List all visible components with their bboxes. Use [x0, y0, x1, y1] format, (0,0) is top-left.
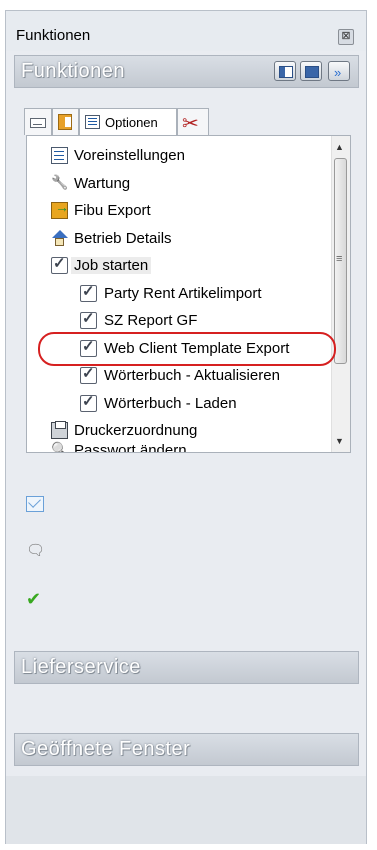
checkbox-icon — [80, 309, 97, 329]
layout-full-button[interactable] — [300, 61, 322, 81]
tree-item-sz-report-gf[interactable]: SZ Report GF — [27, 309, 327, 333]
tree-scrollbar[interactable]: ▲ ▼ — [331, 136, 350, 452]
mail-icon[interactable] — [26, 496, 44, 512]
tree-item-party-rent-artikelimport[interactable]: Party Rent Artikelimport — [27, 282, 327, 306]
book-icon — [58, 114, 72, 130]
tree-item-voreinstellungen[interactable]: Voreinstellungen — [27, 144, 327, 168]
list-icon — [51, 147, 68, 164]
panel-titlebar: Funktionen ⊠ — [6, 11, 366, 51]
tree-item-label: Wörterbuch - Laden — [104, 395, 237, 412]
tree-item-passwort-aendern[interactable]: Passwort ändern — [27, 439, 327, 453]
functions-section-header[interactable]: Funktionen » — [14, 55, 359, 88]
keyboard-icon — [30, 118, 46, 128]
open-windows-section-header[interactable]: Geöffnete Fenster — [14, 733, 359, 766]
tree-item-woerterbuch-aktualisieren[interactable]: Wörterbuch - Aktualisieren — [27, 364, 327, 388]
tree-item-label: Passwort ändern — [74, 442, 187, 453]
tab-optionen-label: Optionen — [105, 115, 158, 130]
tab-book[interactable] — [52, 108, 79, 135]
house-icon — [51, 230, 68, 247]
tree-item-label: Fibu Export — [74, 202, 151, 219]
checkmark-icon[interactable] — [26, 589, 44, 610]
checkbox-icon — [80, 364, 97, 384]
tab-optionen[interactable]: Optionen — [79, 108, 177, 137]
checkbox-icon — [80, 282, 97, 302]
tree-item-label: Betrieb Details — [74, 230, 172, 247]
panel-title: Funktionen — [16, 27, 91, 44]
open-windows-list — [6, 776, 366, 844]
tree-item-label: Party Rent Artikelimport — [104, 285, 262, 302]
checkbox-icon — [80, 392, 97, 412]
checkbox-icon — [51, 254, 68, 274]
tree-item-fibu-export[interactable]: Fibu Export — [27, 199, 327, 223]
scrollbar-thumb[interactable] — [334, 158, 347, 364]
lieferservice-section-label: Lieferservice — [21, 656, 141, 678]
tree-item-wartung[interactable]: Wartung — [27, 172, 327, 196]
fibu-export-icon — [51, 199, 69, 219]
tree-item-label: Job starten — [71, 257, 152, 274]
functions-panel: Funktionen ⊠ Funktionen » Optionen ✂ Vor… — [5, 10, 367, 844]
tree-item-label: Wörterbuch - Aktualisieren — [104, 367, 280, 384]
layout-left-icon — [279, 66, 293, 78]
tree-item-label: Wartung — [74, 175, 131, 192]
key-icon — [51, 442, 68, 452]
printer-icon — [51, 421, 68, 439]
tree-item-label: SZ Report GF — [104, 312, 198, 329]
highlight-circle — [38, 332, 336, 366]
tab-tools[interactable]: ✂ — [177, 108, 209, 135]
chat-icon[interactable] — [26, 544, 44, 560]
tab-keyboard[interactable] — [24, 108, 52, 135]
close-icon[interactable]: ⊠ — [338, 29, 354, 45]
options-tabs: Optionen ✂ — [24, 108, 354, 137]
tree-item-job-starten[interactable]: Job starten — [27, 254, 327, 278]
layout-full-icon — [305, 66, 319, 78]
tree-item-label: Druckerzuordnung — [74, 422, 198, 439]
chevron-expand-icon: » — [334, 65, 342, 80]
tools-icon: ✂ — [182, 113, 199, 135]
functions-section-label: Funktionen — [21, 60, 125, 82]
scroll-down-arrow-icon[interactable]: ▼ — [335, 436, 344, 446]
expand-button[interactable]: » — [328, 61, 350, 81]
wrench-icon — [51, 175, 68, 192]
list-icon — [85, 115, 100, 129]
tree-item-betrieb-details[interactable]: Betrieb Details — [27, 227, 327, 251]
scroll-up-arrow-icon[interactable]: ▲ — [335, 142, 344, 152]
open-windows-section-label: Geöffnete Fenster — [21, 738, 191, 760]
layout-left-button[interactable] — [274, 61, 296, 81]
lieferservice-section-header[interactable]: Lieferservice — [14, 651, 359, 684]
options-tree: Voreinstellungen Wartung Fibu Export Bet… — [26, 135, 351, 453]
tree-item-woerterbuch-laden[interactable]: Wörterbuch - Laden — [27, 392, 327, 416]
tree-item-label: Voreinstellungen — [74, 147, 185, 164]
